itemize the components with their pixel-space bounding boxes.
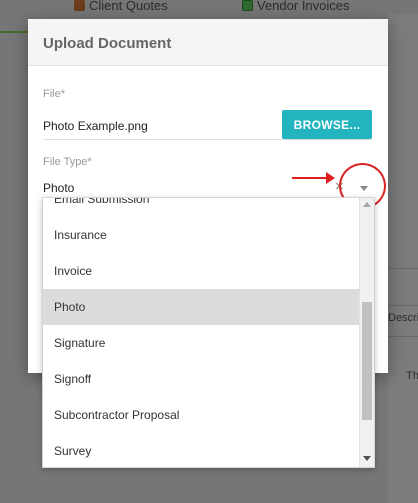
option-email-submission[interactable]: Email Submission [43, 198, 359, 217]
money-icon [242, 0, 253, 11]
dropdown-options: Email Submission Insurance Invoice Photo… [43, 198, 359, 467]
tab-vendor-invoices-label: Vendor Invoices [257, 0, 350, 13]
background-table [388, 14, 418, 503]
annotation-arrow-icon [292, 177, 328, 179]
clipboard-icon [74, 0, 85, 11]
dropdown-scrollbar[interactable] [359, 198, 374, 467]
browse-button[interactable]: BROWSE... [282, 110, 372, 139]
table-divider [388, 336, 418, 337]
file-label: File* [43, 88, 66, 100]
dialog-title: Upload Document [43, 35, 172, 52]
option-invoice[interactable]: Invoice [43, 253, 359, 289]
option-photo[interactable]: Photo [43, 289, 359, 325]
tab-client-quotes-label: Client Quotes [89, 0, 168, 13]
scroll-thumb[interactable] [362, 302, 372, 420]
background-tabs: Client Quotes Vendor Invoices [0, 0, 418, 14]
scroll-down-icon[interactable] [363, 456, 371, 461]
file-type-select[interactable]: Photo [43, 181, 74, 195]
table-cell-text: Th [406, 370, 418, 382]
tab-vendor-invoices: Vendor Invoices [242, 0, 350, 14]
file-type-label: File Type* [43, 156, 92, 168]
file-name-field[interactable]: Photo Example.png [43, 119, 148, 133]
option-subcontractor-proposal[interactable]: Subcontractor Proposal [43, 397, 359, 433]
option-signoff[interactable]: Signoff [43, 361, 359, 397]
tab-client-quotes: Client Quotes [74, 0, 168, 14]
dialog-header: Upload Document [28, 19, 388, 66]
option-survey[interactable]: Survey [43, 433, 359, 467]
active-tab-underline [0, 31, 28, 33]
option-insurance[interactable]: Insurance [43, 217, 359, 253]
file-type-dropdown[interactable]: Email Submission Insurance Invoice Photo… [42, 197, 375, 468]
scroll-up-icon[interactable] [363, 202, 371, 207]
table-divider [388, 305, 418, 306]
annotation-arrowhead-icon [326, 172, 335, 184]
column-header-description: Descri [388, 312, 418, 324]
table-divider [388, 268, 418, 269]
option-signature[interactable]: Signature [43, 325, 359, 361]
file-field-underline [43, 139, 373, 140]
